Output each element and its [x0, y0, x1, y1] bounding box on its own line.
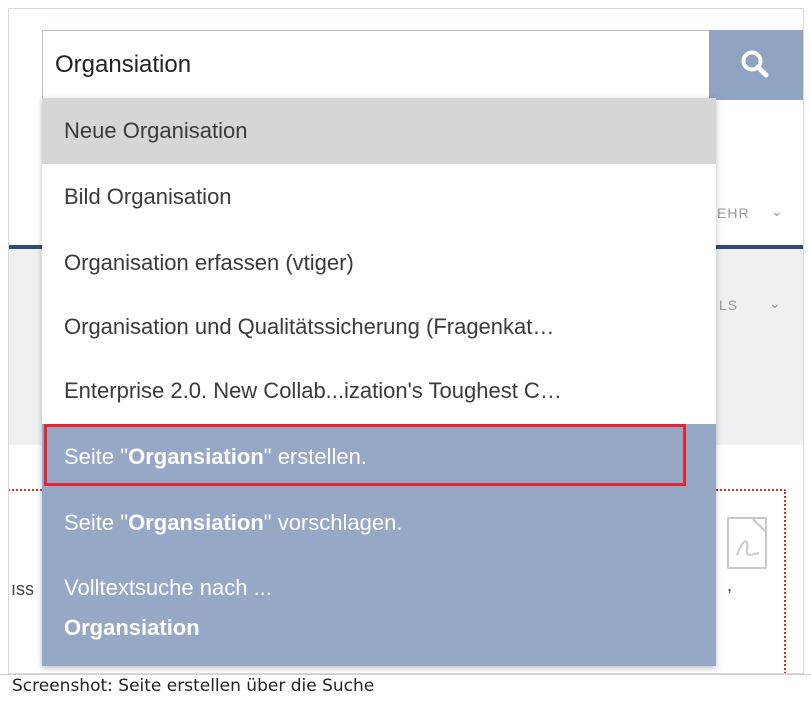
suggestion-label: Organisation und Qualitätssicherung (Fra… [64, 314, 555, 339]
suggestion-label: Bild Organisation [64, 184, 232, 209]
chevron-down-icon[interactable]: ⌄ [771, 203, 783, 220]
figure-caption: Screenshot: Seite erstellen über die Suc… [12, 676, 375, 696]
search-button[interactable] [709, 30, 803, 100]
suggestion-item[interactable]: Enterprise 2.0. New Collab...ization's T… [42, 358, 716, 424]
create-page-action[interactable]: Seite " Organsiation " erstellen. [42, 424, 716, 490]
suggestion-label: Enterprise 2.0. New Collab...ization's T… [64, 378, 562, 403]
suggest-suffix: " vorschlagen. [263, 510, 403, 535]
suggestion-item[interactable]: Bild Organisation [42, 164, 716, 230]
suggestion-item[interactable]: Organisation erfassen (vtiger) [42, 230, 716, 296]
search-icon [741, 50, 769, 78]
menu-more-fragment[interactable]: EHR [717, 205, 750, 221]
suggest-prefix: Seite " [64, 510, 129, 535]
search-actions: Seite " Organsiation " erstellen. Seite " O… [42, 424, 716, 666]
create-suffix: " erstellen. [263, 444, 367, 469]
search-suggestions-dropdown: Neue Organisation Bild Organisation Orga… [42, 98, 716, 666]
suggest-term: Organsiation [128, 510, 264, 535]
suggest-page-action[interactable]: Seite " Organsiation " vorschlagen. [42, 490, 716, 556]
suggestion-item[interactable]: Organisation und Qualitätssicherung (Fra… [42, 294, 716, 360]
suggestion-label: Organisation erfassen (vtiger) [64, 250, 354, 275]
fulltext-term: Organsiation [64, 615, 200, 640]
suggestion-item[interactable]: Neue Organisation [42, 98, 716, 164]
create-prefix: Seite " [64, 444, 129, 469]
suggestion-label: Neue Organisation [64, 118, 248, 143]
search-box [42, 30, 710, 100]
content-fragment-right: , [727, 575, 733, 595]
pdf-icon[interactable] [727, 517, 767, 569]
create-term: Organsiation [128, 444, 264, 469]
search-input[interactable] [55, 45, 695, 85]
content-fragment-left: ıss [11, 579, 35, 599]
fulltext-label: Volltextsuche nach ... [64, 575, 272, 600]
fulltext-search-action[interactable]: Volltextsuche nach ... Organsiation [42, 568, 716, 658]
chevron-down-icon[interactable]: ⌄ [769, 295, 781, 312]
menu-tools-fragment[interactable]: LS [719, 297, 738, 313]
